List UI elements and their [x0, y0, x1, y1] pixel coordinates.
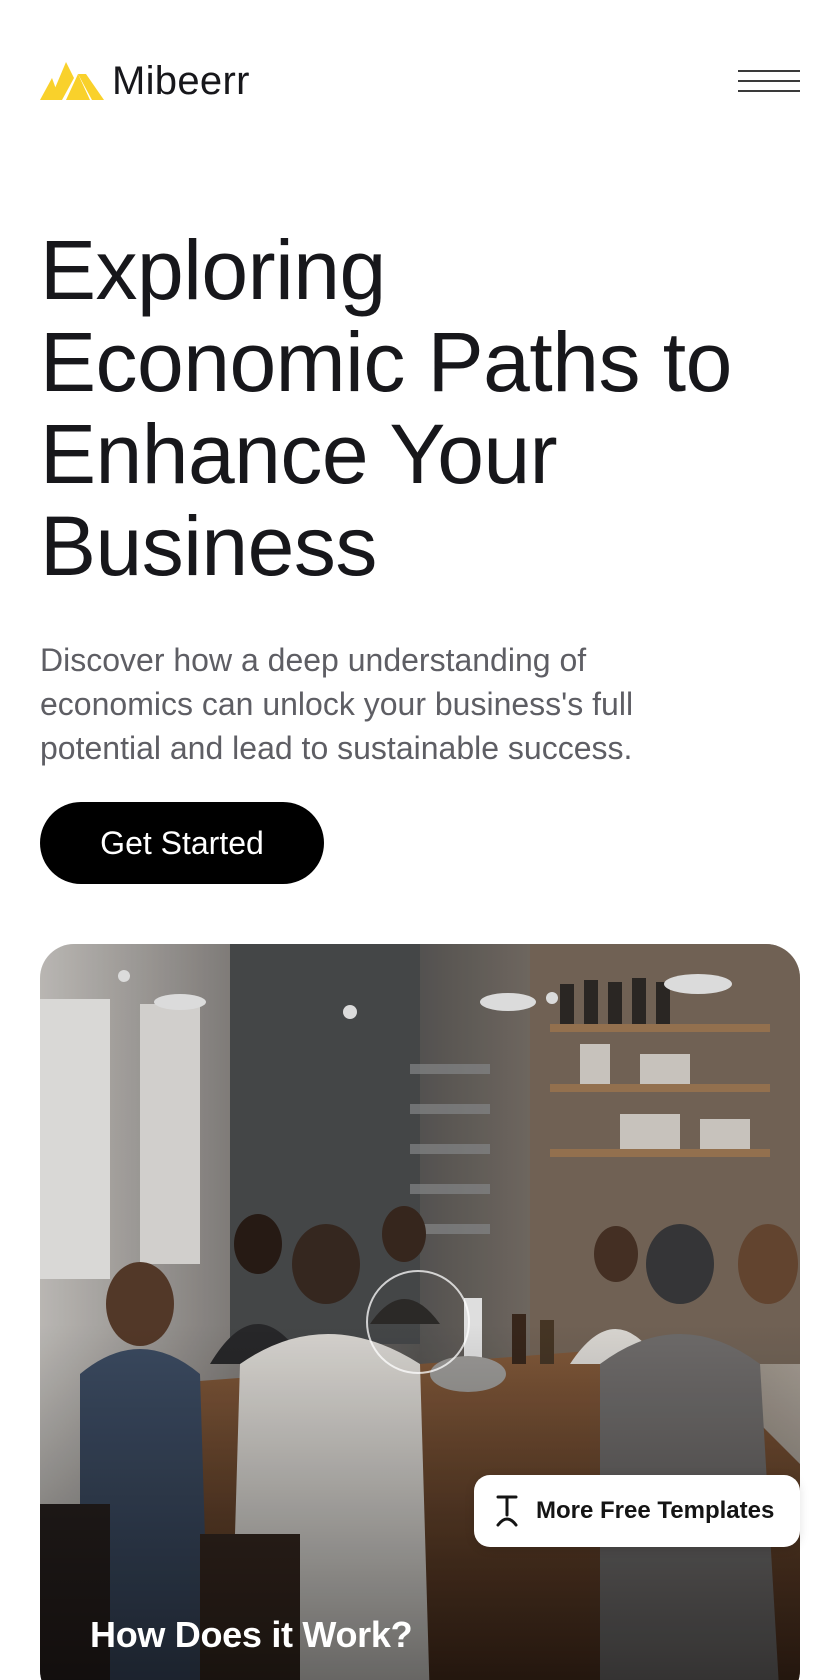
- play-ring-icon[interactable]: [366, 1270, 470, 1374]
- brand-logo-link[interactable]: Mibeerr: [40, 60, 250, 102]
- hero-title-line: Enhance Your: [40, 407, 558, 501]
- hero-title-line: Economic Paths to: [40, 315, 732, 409]
- brand-name: Mibeerr: [112, 59, 250, 103]
- menu-line: [738, 70, 800, 72]
- hero-subtitle-line: potential and lead to sustainable succes…: [40, 730, 633, 766]
- hero-subtitle: Discover how a deep understanding of eco…: [40, 638, 700, 770]
- menu-line: [738, 80, 800, 82]
- how-it-works-title: How Does it Work?: [90, 1614, 413, 1655]
- menu-line: [738, 90, 800, 92]
- team-meeting-photo: How Does it Work?: [40, 944, 800, 1680]
- hero-subtitle-line: Discover how a deep understanding of: [40, 642, 587, 678]
- more-templates-button[interactable]: More Free Templates: [474, 1475, 800, 1547]
- mountain-logo-icon: [40, 62, 104, 100]
- get-started-button[interactable]: Get Started: [40, 802, 324, 884]
- hamburger-menu-button[interactable]: [738, 64, 800, 98]
- site-header: Mibeerr: [40, 58, 800, 104]
- hero-title: Exploring Economic Paths to Enhance Your…: [40, 224, 810, 592]
- more-templates-label: More Free Templates: [536, 1497, 775, 1524]
- hero-title-line: Business: [40, 499, 377, 593]
- hero-title-line: Exploring: [40, 223, 386, 317]
- hero-subtitle-line: economics can unlock your business's ful…: [40, 686, 634, 722]
- page: Mibeerr Exploring Economic Paths to Enha…: [0, 0, 840, 1680]
- template-logo-icon: [496, 1495, 518, 1527]
